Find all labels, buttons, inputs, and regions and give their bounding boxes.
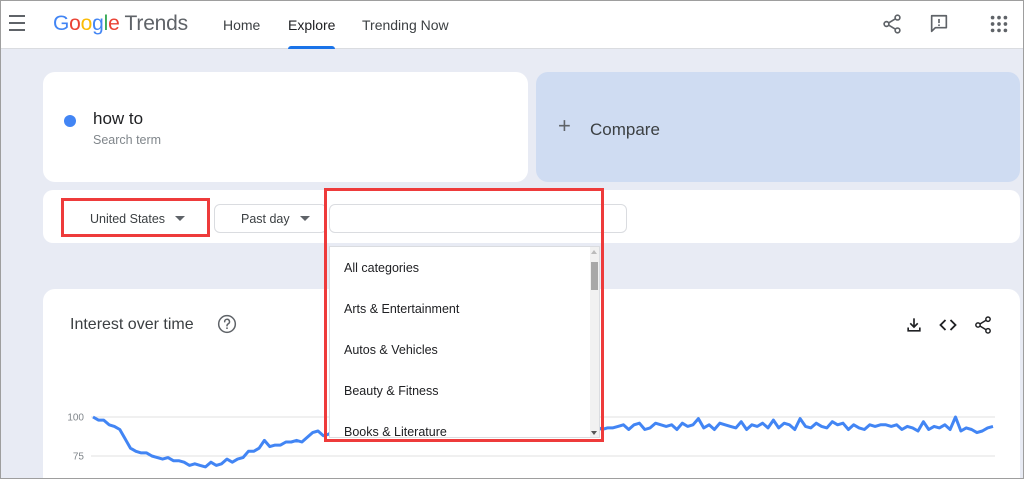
menu-icon[interactable]	[9, 15, 29, 33]
logo-letter: g	[92, 12, 104, 35]
plus-icon: +	[558, 113, 571, 138]
y-tick-label: 75	[73, 452, 85, 463]
chevron-down-icon	[299, 216, 310, 221]
nav-explore[interactable]: Explore	[288, 1, 336, 49]
search-term-value[interactable]: how to	[93, 109, 143, 129]
category-option-books[interactable]: Books & Literature	[344, 425, 447, 437]
compare-button[interactable]: + Compare	[536, 72, 1020, 182]
nav-home[interactable]: Home	[223, 1, 260, 49]
google-trends-logo[interactable]: Google Trends	[53, 12, 188, 36]
logo-letter: o	[69, 12, 81, 35]
scroll-up-arrow-icon[interactable]	[591, 250, 597, 254]
chevron-down-icon	[175, 216, 186, 221]
region-value: United States	[90, 211, 166, 226]
category-option-beauty[interactable]: Beauty & Fitness	[344, 384, 439, 398]
logo-letter: o	[80, 12, 93, 35]
app-window: GoogleTrends Home Explore Trending Now	[0, 0, 1024, 479]
top-bar: Google Trends Home Explore Trending Now	[1, 1, 1023, 49]
feedback-icon[interactable]	[928, 13, 950, 35]
term-color-dot	[64, 115, 76, 127]
category-select[interactable]	[329, 204, 627, 233]
scroll-down-arrow-icon[interactable]	[591, 431, 597, 435]
logo-letter: e	[108, 12, 120, 35]
y-tick-label: 100	[67, 413, 84, 424]
apps-grid-icon[interactable]	[988, 13, 1010, 35]
dropdown-scrollbar[interactable]	[590, 247, 599, 437]
search-term-caption: Search term	[93, 133, 162, 147]
category-dropdown-list[interactable]: All categories Arts & Entertainment Auto…	[329, 246, 600, 438]
compare-label: Compare	[590, 120, 660, 139]
logo-letter: G	[53, 12, 70, 35]
time-range-value: Past day	[241, 211, 290, 226]
filter-bar: United States Past day	[43, 190, 1020, 243]
nav-trending-now[interactable]: Trending Now	[362, 1, 449, 49]
time-range-select[interactable]: Past day	[214, 204, 327, 233]
region-select[interactable]: United States	[73, 204, 198, 233]
share-icon[interactable]	[881, 13, 903, 35]
category-option-autos[interactable]: Autos & Vehicles	[344, 343, 438, 357]
scrollbar-thumb[interactable]	[591, 262, 598, 290]
search-term-card[interactable]: how to Search term	[43, 72, 528, 182]
category-option-all[interactable]: All categories	[344, 261, 419, 275]
category-option-arts[interactable]: Arts & Entertainment	[344, 302, 459, 316]
logo-product-name: Trends	[124, 12, 189, 35]
